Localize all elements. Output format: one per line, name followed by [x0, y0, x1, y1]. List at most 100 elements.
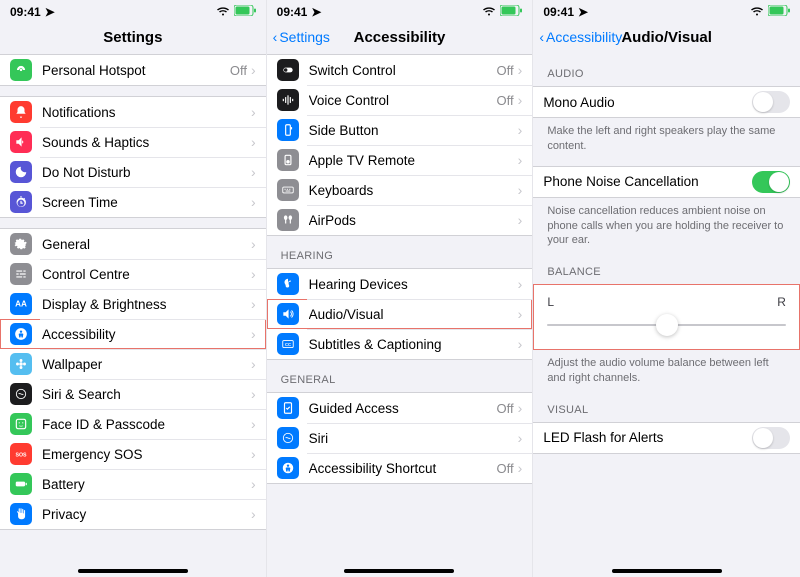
- row-label: Accessibility: [42, 327, 251, 342]
- battery-icon: [768, 5, 790, 19]
- wifi-icon: [750, 5, 764, 19]
- location-icon: ➤: [45, 5, 55, 19]
- row-siri-search[interactable]: Siri & Search›: [0, 379, 266, 409]
- row-value: Off: [497, 93, 514, 108]
- row-accessibility[interactable]: Accessibility›: [0, 319, 266, 349]
- chevron-right-icon: ›: [251, 476, 256, 492]
- balance-right-label: R: [777, 295, 786, 309]
- row-label: Switch Control: [309, 63, 497, 78]
- row-battery[interactable]: Battery›: [0, 469, 266, 499]
- chevron-right-icon: ›: [251, 164, 256, 180]
- screen-audio-visual: 09:41➤ ‹Accessibility Audio/Visual AUDIO…: [533, 0, 800, 577]
- row-audio-visual[interactable]: Audio/Visual›: [267, 299, 533, 329]
- row-airpods[interactable]: AirPods›: [267, 205, 533, 235]
- chevron-right-icon: ›: [518, 92, 523, 108]
- tv-icon: [277, 149, 299, 171]
- audio-icon: [277, 303, 299, 325]
- chevron-right-icon: ›: [518, 276, 523, 292]
- chevron-right-icon: ›: [251, 194, 256, 210]
- noise-cancel-toggle[interactable]: [752, 171, 790, 193]
- battery-icon: [500, 5, 522, 19]
- nav-bar: ‹Accessibility Audio/Visual: [533, 20, 800, 54]
- screen-settings: 09:41➤ Settings Personal HotspotOff› Noti…: [0, 0, 267, 577]
- moon-icon: [10, 161, 32, 183]
- row-emergency-sos[interactable]: SOSEmergency SOS›: [0, 439, 266, 469]
- chevron-right-icon: ›: [518, 400, 523, 416]
- chevron-right-icon: ›: [251, 506, 256, 522]
- row-wallpaper[interactable]: Wallpaper›: [0, 349, 266, 379]
- chevron-right-icon: ›: [251, 296, 256, 312]
- home-indicator[interactable]: [612, 569, 722, 573]
- row-accessibility-shortcut[interactable]: Accessibility ShortcutOff›: [267, 453, 533, 483]
- row-label: General: [42, 237, 251, 252]
- status-bar: 09:41➤: [267, 0, 533, 20]
- home-indicator[interactable]: [344, 569, 454, 573]
- row-label: Guided Access: [309, 401, 497, 416]
- nav-bar: Settings: [0, 20, 266, 54]
- row-display-brightness[interactable]: AADisplay & Brightness›: [0, 289, 266, 319]
- location-icon: ➤: [578, 5, 588, 19]
- row-notifications[interactable]: Notifications›: [0, 97, 266, 127]
- slider-knob[interactable]: [656, 314, 678, 336]
- balance-left-label: L: [547, 295, 554, 309]
- row-label: Privacy: [42, 507, 251, 522]
- status-time: 09:41: [277, 5, 308, 19]
- row-voice-control[interactable]: Voice ControlOff ›: [267, 85, 533, 115]
- row-siri[interactable]: Siri›: [267, 423, 533, 453]
- back-button[interactable]: ‹Settings: [273, 29, 330, 45]
- row-noise-cancellation[interactable]: Phone Noise Cancellation: [533, 167, 800, 197]
- back-label: Accessibility: [546, 29, 622, 45]
- row-value: Off: [497, 461, 514, 476]
- row-keyboards[interactable]: Keyboards›: [267, 175, 533, 205]
- row-personal-hotspot[interactable]: Personal HotspotOff›: [0, 55, 266, 85]
- siri2-icon: [277, 427, 299, 449]
- row-control-centre[interactable]: Control Centre›: [0, 259, 266, 289]
- chevron-right-icon: ›: [251, 356, 256, 372]
- row-face-id-passcode[interactable]: Face ID & Passcode›: [0, 409, 266, 439]
- row-hearing-devices[interactable]: Hearing Devices›: [267, 269, 533, 299]
- page-title: Audio/Visual: [621, 29, 712, 46]
- faceid-icon: [10, 413, 32, 435]
- row-label: Sounds & Haptics: [42, 135, 251, 150]
- row-mono-audio[interactable]: Mono Audio: [533, 87, 800, 117]
- svg-text:AA: AA: [15, 299, 27, 308]
- shortcut-icon: [277, 457, 299, 479]
- status-bar: 09:41➤: [0, 0, 266, 20]
- mono-audio-toggle[interactable]: [752, 91, 790, 113]
- switch-icon: [277, 59, 299, 81]
- row-label: AirPods: [309, 213, 518, 228]
- led-flash-toggle[interactable]: [752, 427, 790, 449]
- noise-cancel-label: Phone Noise Cancellation: [543, 174, 752, 189]
- row-general[interactable]: General›: [0, 229, 266, 259]
- timer-icon: [10, 191, 32, 213]
- svg-text:SOS: SOS: [15, 452, 27, 458]
- row-label: Siri: [309, 431, 518, 446]
- home-indicator[interactable]: [78, 569, 188, 573]
- row-label: Audio/Visual: [309, 307, 518, 322]
- row-apple-tv-remote[interactable]: Apple TV Remote›: [267, 145, 533, 175]
- row-guided-access[interactable]: Guided AccessOff›: [267, 393, 533, 423]
- ear-icon: [277, 273, 299, 295]
- row-switch-control[interactable]: Switch ControlOff›: [267, 55, 533, 85]
- balance-slider[interactable]: [547, 315, 786, 335]
- balance-control[interactable]: L R: [533, 284, 800, 350]
- chevron-right-icon: ›: [518, 430, 523, 446]
- person-icon: [10, 323, 32, 345]
- chevron-right-icon: ›: [251, 326, 256, 342]
- row-label: Face ID & Passcode: [42, 417, 251, 432]
- row-screen-time[interactable]: Screen Time›: [0, 187, 266, 217]
- row-label: Personal Hotspot: [42, 63, 230, 78]
- row-label: Voice Control: [309, 93, 497, 108]
- row-sounds-haptics[interactable]: Sounds & Haptics›: [0, 127, 266, 157]
- row-led-flash[interactable]: LED Flash for Alerts: [533, 423, 800, 453]
- battery-icon: [10, 473, 32, 495]
- row-subtitles-captioning[interactable]: CCSubtitles & Captioning›: [267, 329, 533, 359]
- row-label: Apple TV Remote: [309, 153, 518, 168]
- chevron-right-icon: ›: [251, 104, 256, 120]
- row-privacy[interactable]: Privacy›: [0, 499, 266, 529]
- row-side-button[interactable]: Side Button›: [267, 115, 533, 145]
- back-button[interactable]: ‹Accessibility: [539, 29, 622, 45]
- battery-icon: [234, 5, 256, 19]
- row-do-not-disturb[interactable]: Do Not Disturb›: [0, 157, 266, 187]
- wifi-icon: [482, 5, 496, 19]
